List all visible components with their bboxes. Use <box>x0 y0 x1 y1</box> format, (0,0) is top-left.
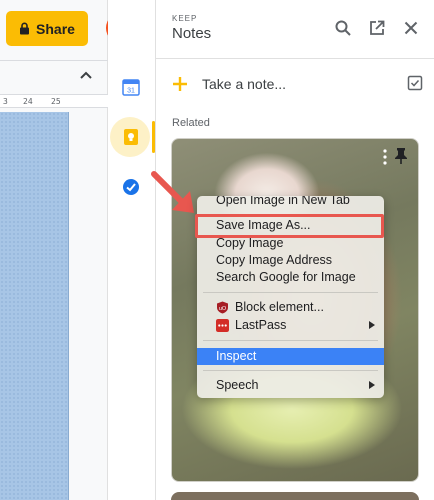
ruler: 3 24 25 <box>0 94 108 108</box>
ruler-tick: 25 <box>51 97 61 106</box>
annotation-arrow-icon <box>151 171 194 213</box>
menu-item-inspect[interactable]: Inspect <box>197 348 384 365</box>
panel-title: Notes <box>172 25 212 42</box>
ruler-tick: 24 <box>23 97 33 106</box>
chevron-up-icon[interactable] <box>78 68 94 84</box>
lastpass-icon <box>216 319 229 332</box>
open-in-new-tab-icon[interactable] <box>368 19 386 37</box>
side-app-rail: 31 <box>108 0 155 500</box>
menu-separator <box>203 292 378 293</box>
share-button[interactable]: Share <box>6 11 88 46</box>
take-a-note-placeholder: Take a note... <box>202 76 287 92</box>
keep-kicker: KEEP <box>172 14 198 23</box>
context-menu-top-clip: Open Image in New Tab <box>197 196 384 210</box>
share-button-label: Share <box>36 20 75 37</box>
menu-item-search-google-image[interactable]: Search Google for Image <box>197 269 384 286</box>
more-vert-icon[interactable] <box>382 149 388 165</box>
lock-icon <box>20 22 30 35</box>
svg-text:31: 31 <box>127 88 135 95</box>
menu-item-lastpass-label: LastPass <box>235 318 287 332</box>
related-heading: Related <box>172 117 210 129</box>
submenu-arrow-icon <box>369 321 375 329</box>
screen: Share 3 24 25 B 31 <box>0 0 434 500</box>
menu-item-copy-image-address[interactable]: Copy Image Address <box>197 252 384 269</box>
header-divider <box>156 58 434 59</box>
ublock-shield-icon: uO <box>217 301 228 314</box>
menu-item-lastpass[interactable]: LastPass <box>197 317 384 334</box>
plus-icon <box>173 77 187 91</box>
note-card-next[interactable] <box>171 492 419 500</box>
svg-text:uO: uO <box>219 306 227 312</box>
menu-item-block-element[interactable]: uO Block element... <box>197 299 384 316</box>
toolbar-divider <box>0 60 108 61</box>
keep-bulb-icon <box>124 129 138 145</box>
menu-item-speech[interactable]: Speech <box>197 377 384 394</box>
ruler-tick: 3 <box>3 97 8 106</box>
menu-item-open-image-new-tab[interactable]: Open Image in New Tab <box>197 196 384 209</box>
document-page[interactable] <box>0 112 69 500</box>
rail-tasks[interactable] <box>118 174 144 200</box>
menu-separator <box>203 370 378 371</box>
search-icon[interactable] <box>334 19 352 37</box>
menu-separator <box>203 340 378 341</box>
close-icon[interactable] <box>402 19 420 37</box>
docs-editor-area: Share 3 24 25 <box>0 0 108 500</box>
rail-calendar[interactable]: 31 <box>118 74 144 100</box>
submenu-arrow-icon <box>369 381 375 389</box>
take-a-note-input[interactable]: Take a note... <box>170 70 423 98</box>
menu-item-block-element-label: Block element... <box>235 300 324 314</box>
menu-item-speech-label: Speech <box>216 378 259 392</box>
pin-icon[interactable] <box>394 147 408 165</box>
calendar-icon: 31 <box>122 79 140 96</box>
tasks-check-icon <box>123 179 139 195</box>
rail-keep[interactable] <box>118 124 144 150</box>
new-list-checkbox-icon[interactable] <box>407 75 423 91</box>
annotation-highlight-box <box>195 214 384 238</box>
